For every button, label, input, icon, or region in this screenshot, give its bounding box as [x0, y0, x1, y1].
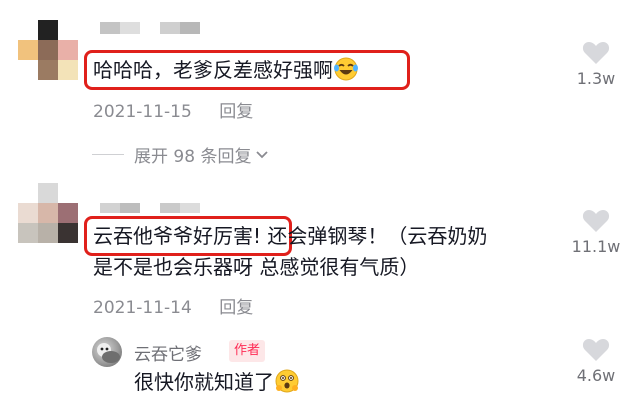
- heart-icon: [582, 42, 610, 64]
- like-button[interactable]: 4.6w: [561, 337, 631, 385]
- comment-section: 哈哈哈，老爹反差感好强啊 2021-11-15 回复 1.3w 展开 98 条回…: [0, 0, 638, 402]
- comment-text: 哈哈哈，老爹反差感好强啊: [93, 55, 359, 89]
- author-name[interactable]: 云吞它爹: [134, 340, 202, 365]
- comment-date: 2021-11-15: [93, 102, 192, 122]
- chevron-down-icon: [255, 148, 269, 164]
- reply-text: 很快你就知道了: [134, 367, 300, 401]
- like-count: 1.3w: [576, 69, 616, 88]
- author-badge: 作者: [229, 340, 266, 362]
- comment-text-main: 哈哈哈，老爹反差感好强啊: [93, 58, 333, 82]
- heart-icon: [582, 210, 610, 232]
- like-button[interactable]: 11.1w: [561, 208, 631, 256]
- username-blurred[interactable]: [100, 22, 200, 34]
- reply-button[interactable]: 回复: [219, 298, 253, 318]
- laughing-crying-emoji: [333, 57, 359, 89]
- heart-icon: [582, 339, 610, 361]
- comment-text-rest: 还会弹钢琴！（云吞奶奶: [261, 224, 488, 248]
- username-blurred[interactable]: [100, 203, 200, 213]
- like-count: 11.1w: [571, 237, 621, 256]
- comment-text-line2: 是不是也会乐器呀 总感觉很有气质）: [93, 255, 420, 279]
- avatar[interactable]: [18, 183, 78, 243]
- surprised-emoji: [274, 369, 300, 401]
- reply-button[interactable]: 回复: [219, 102, 253, 122]
- expand-replies-button[interactable]: 展开 98 条回复: [92, 142, 269, 167]
- comment-text-main: 云吞他爷爷好厉害!: [93, 224, 262, 248]
- comment-meta: 2021-11-14 回复: [93, 293, 253, 318]
- divider-line: [92, 154, 124, 155]
- like-button[interactable]: 1.3w: [561, 40, 631, 88]
- reply-text-main: 很快你就知道了: [134, 370, 274, 394]
- like-count: 4.6w: [576, 366, 616, 385]
- comment-text: 云吞他爷爷好厉害! 还会弹钢琴！（云吞奶奶: [93, 221, 487, 251]
- author-avatar[interactable]: [92, 337, 122, 367]
- comment-meta: 2021-11-15 回复: [93, 97, 253, 122]
- comment-date: 2021-11-14: [93, 298, 192, 318]
- expand-replies-label: 展开 98 条回复: [134, 147, 252, 167]
- avatar[interactable]: [18, 20, 78, 80]
